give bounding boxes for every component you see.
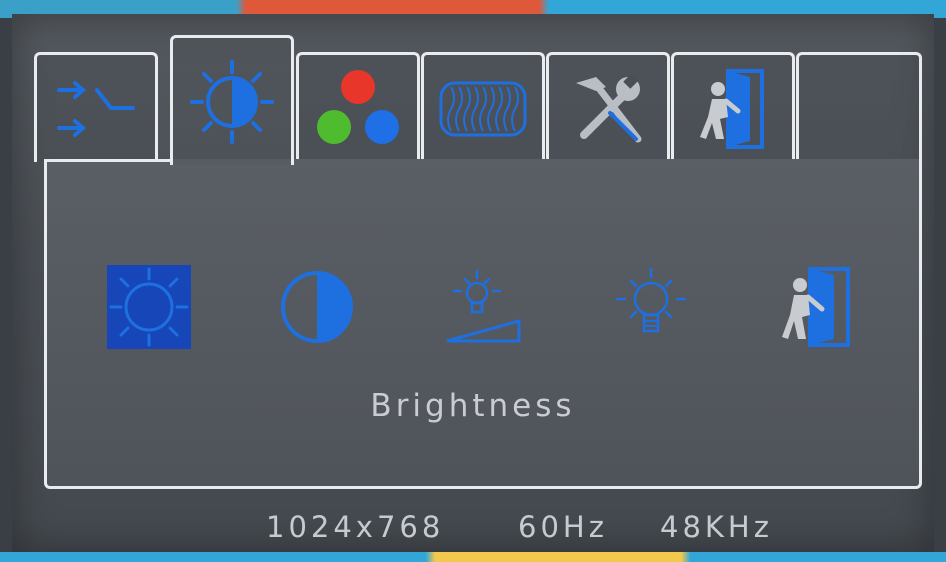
- vertical-frequency-readout: 60Hz: [518, 510, 608, 544]
- tab-empty: [796, 52, 922, 162]
- tools-icon: [566, 69, 650, 149]
- resolution-readout: 1024x768: [266, 510, 445, 544]
- exit-icon: [778, 265, 854, 349]
- tab-luminance[interactable]: [170, 35, 294, 165]
- tab-image[interactable]: [421, 52, 545, 162]
- brightness-icon: [107, 265, 191, 349]
- dynamic-contrast-bulb-icon: [609, 265, 693, 349]
- brightness-contrast-icon: [186, 56, 278, 148]
- color-rgb-icon: [310, 67, 406, 151]
- tab-bar: [34, 35, 922, 165]
- selected-item-label: Brightness: [370, 388, 576, 424]
- menu-item-exit[interactable]: [774, 265, 858, 349]
- tab-input[interactable]: [34, 52, 158, 162]
- tab-exit[interactable]: [671, 52, 795, 162]
- background-edge-bottom: [0, 552, 946, 562]
- backlight-level-icon: [441, 265, 525, 349]
- menu-item-brightness[interactable]: [107, 265, 191, 349]
- menu-item-backlight[interactable]: [441, 265, 525, 349]
- horizontal-frequency-readout: 48KHz: [660, 510, 773, 544]
- menu-item-dcr[interactable]: [609, 265, 693, 349]
- menu-item-contrast[interactable]: [275, 265, 359, 349]
- image-phase-icon: [437, 79, 529, 139]
- contrast-icon: [277, 267, 357, 347]
- tab-color[interactable]: [296, 52, 420, 162]
- exit-icon: [698, 67, 768, 151]
- input-select-icon: [53, 74, 139, 144]
- panel-top-border-left: [44, 159, 173, 162]
- tab-setup[interactable]: [546, 52, 670, 162]
